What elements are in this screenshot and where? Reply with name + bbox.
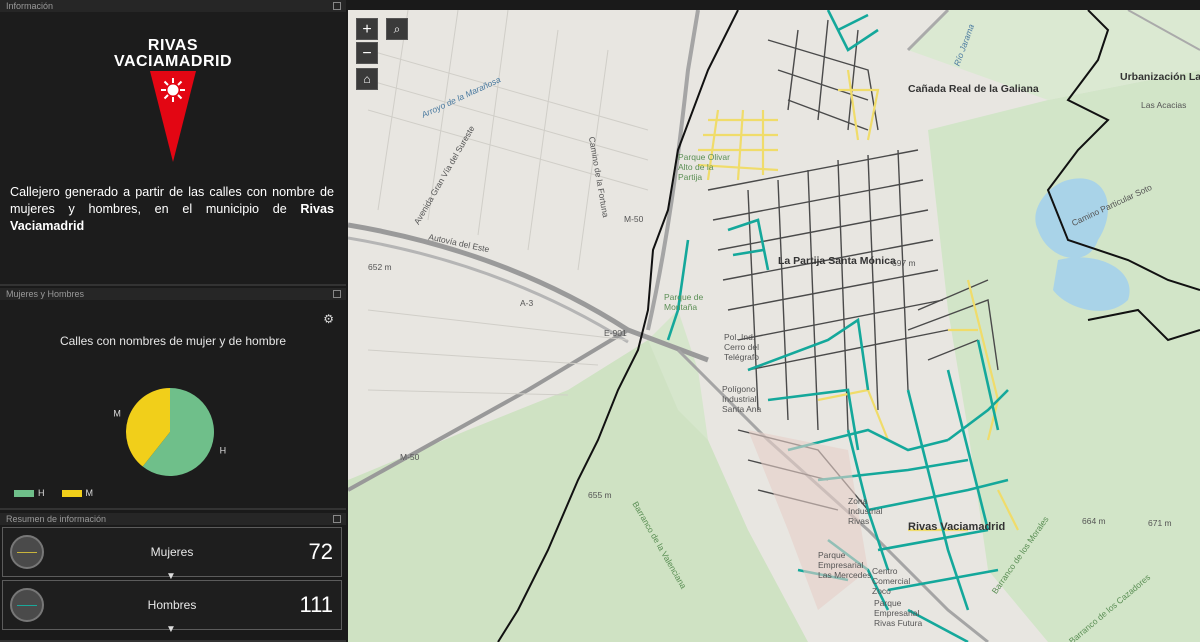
maximize-icon[interactable] — [333, 515, 341, 523]
map-label-elev-664: 664 m — [1082, 516, 1106, 526]
map-label-centro-comercial: Centro Comercial Zoco — [872, 566, 911, 596]
legend-swatch-h — [14, 490, 34, 498]
info-panel: Información RIVAS VACIAMADRID Callejero … — [0, 0, 346, 286]
map-label-parque-empresarial: Parque Empresarial Las Mercedes — [818, 550, 872, 580]
legend-swatch-m — [61, 490, 82, 498]
chart-panel-title: Mujeres y Hombres — [6, 289, 85, 299]
map-label-la-partija: La Partija Santa Mónica — [778, 255, 896, 267]
logo-line1: RIVAS — [147, 37, 199, 54]
maximize-icon[interactable] — [333, 2, 341, 10]
map-view[interactable]: + − ⌕ ⌂ Urbanización Las Acacias Las Aca… — [348, 10, 1200, 642]
search-icon[interactable]: ⌕ — [386, 18, 408, 40]
description-text: Callejero generado a partir de las calle… — [10, 185, 334, 216]
map-label-parque-oliver: Parque Olivar Alto de la Partija — [678, 152, 730, 182]
logo-line2: VACIAMADRID — [113, 53, 233, 70]
map-label-elev-697: 697 m — [892, 258, 916, 268]
map-label-elev-671: 671 m — [1148, 518, 1172, 528]
map-label-rivas: Rivas Vaciamadrid — [908, 521, 1006, 533]
map-label-e901: E-901 — [604, 328, 627, 338]
map-label-parque-montana: Parque de Montaña — [664, 292, 704, 312]
map-label-zona-industrial: Zona Industrial Rivas — [848, 496, 883, 526]
chart-legend: H M — [14, 488, 93, 498]
zoom-out-button[interactable]: − — [356, 42, 378, 64]
summary-panel-header: Resumen de información — [0, 513, 346, 525]
map-label-canada: Cañada Real de la Galiana — [908, 83, 1039, 95]
summary-label: Hombres — [147, 598, 197, 612]
info-panel-title: Información — [6, 1, 54, 11]
sidebar: Información RIVAS VACIAMADRID Callejero … — [0, 0, 346, 642]
map-label-elev-655: 655 m — [588, 490, 612, 500]
map-label-cerro-telegrafo: Pol. Ind. Cerro del Telégrafo — [724, 332, 759, 362]
map-label-m50-b: M-50 — [400, 452, 420, 462]
map-label-m50-a: M-50 — [624, 214, 644, 224]
pie-label-h: H — [220, 445, 227, 455]
map-label-elev-652: 652 m — [368, 262, 392, 272]
gear-icon[interactable]: ⚙ — [323, 312, 334, 326]
summary-value: 72 — [308, 539, 333, 564]
logo-pennant-icon — [150, 71, 196, 162]
home-icon[interactable]: ⌂ — [356, 68, 378, 90]
description: Callejero generado a partir de las calle… — [10, 184, 334, 235]
summary-card-hombres[interactable]: Hombres 111 ▼ — [2, 580, 342, 635]
summary-label: Mujeres — [150, 545, 194, 559]
summary-panel-title: Resumen de información — [6, 514, 107, 524]
map-label-a3: A-3 — [520, 298, 534, 308]
summary-card-mujeres[interactable]: Mujeres 72 ▼ — [2, 527, 342, 582]
summary-panel: Resumen de información Mujeres 72 ▼ Homb… — [0, 513, 346, 642]
legend-label-m: M — [85, 488, 94, 498]
zoom-in-button[interactable]: + — [356, 18, 378, 40]
pie-label-m: M — [113, 409, 121, 419]
legend-label-h: H — [38, 488, 45, 498]
info-panel-header: Información — [0, 0, 346, 12]
chart-title: Calles con nombres de mujer y de hombre — [59, 334, 287, 348]
map-label-parque-rivas-futura: Parque Empresarial Rivas Futura — [874, 598, 923, 628]
maximize-icon[interactable] — [333, 290, 341, 298]
pie-chart: HM — [113, 388, 227, 476]
chevron-down-icon[interactable]: ▼ — [166, 624, 176, 635]
chart-panel: Mujeres y Hombres ⚙ Calles con nombres d… — [0, 288, 346, 510]
map-canvas[interactable] — [348, 10, 1200, 642]
map-label-urbanizacion: Urbanización Las Acacias — [1120, 71, 1200, 83]
chart-panel-header: Mujeres y Hombres — [0, 288, 346, 300]
map-label-poligono-santa-ana: Polígono Industrial Santa Ana — [722, 384, 762, 414]
map-label-las-acacias: Las Acacias — [1141, 100, 1187, 110]
summary-value: 111 — [299, 592, 333, 617]
